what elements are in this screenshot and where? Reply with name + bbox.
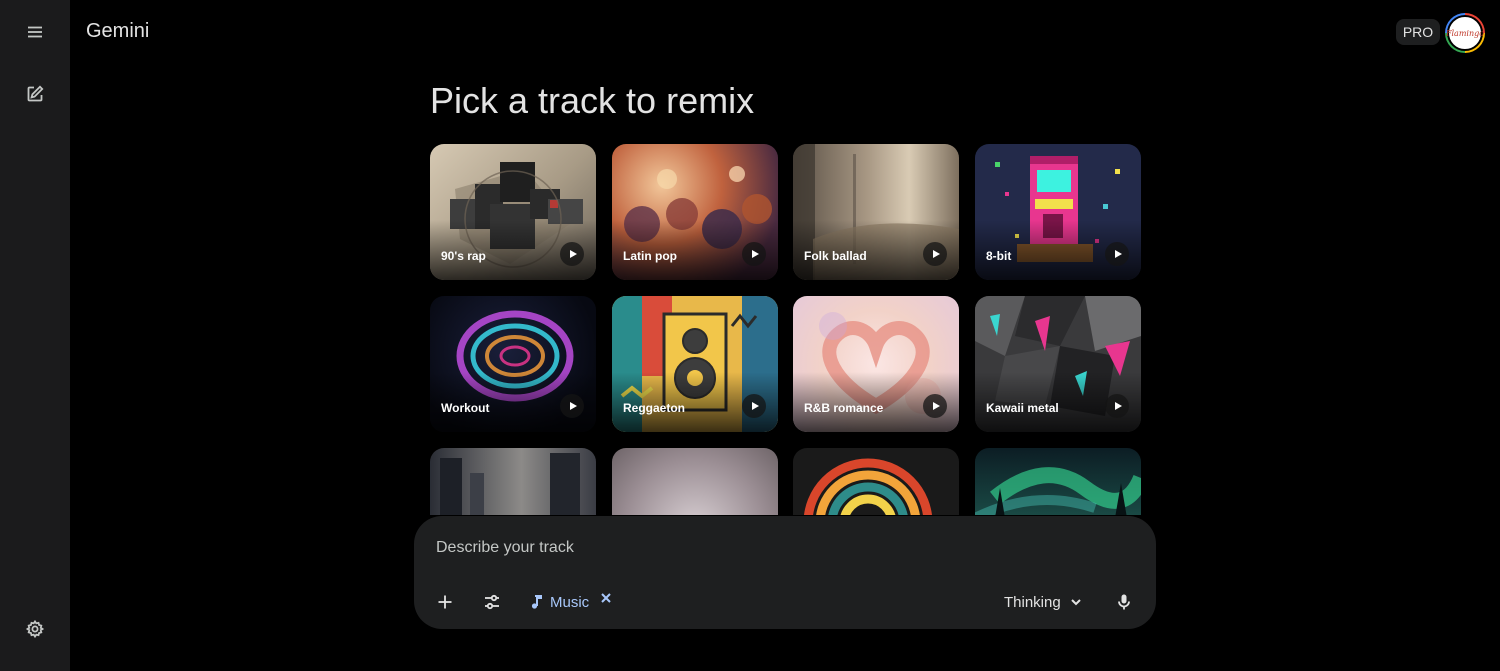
track-label: 8-bit [986, 249, 1012, 263]
mode-label: Thinking [1004, 593, 1061, 611]
track-card-90s-rap[interactable]: 90's rap [430, 144, 596, 280]
track-card-rainbow-spiral[interactable] [793, 448, 959, 515]
track-card-pale-haze[interactable] [612, 448, 778, 515]
track-artwork [975, 467, 1141, 515]
track-label: R&B romance [804, 401, 884, 415]
remove-chip-button[interactable] [596, 588, 616, 608]
tools-button[interactable] [474, 584, 510, 620]
gear-icon [25, 619, 45, 639]
chip-label: Music [550, 593, 590, 611]
play-icon[interactable] [923, 394, 947, 418]
avatar-logo: Flamingo [1446, 15, 1484, 51]
track-artwork [440, 453, 580, 515]
main-menu-button[interactable] [17, 14, 53, 50]
track-card-latin-pop[interactable]: Latin pop [612, 144, 778, 280]
hamburger-menu-icon [28, 26, 42, 38]
mode-selector[interactable]: Thinking [994, 584, 1093, 620]
sidebar [0, 0, 70, 671]
track-card-kawaii-metal[interactable]: Kawaii metal [975, 296, 1141, 432]
track-label: 90's rap [441, 249, 486, 263]
track-label: Workout [441, 401, 490, 415]
track-card-folk-ballad[interactable]: Folk ballad [793, 144, 959, 280]
track-label: Folk ballad [804, 249, 867, 263]
track-label: Reggaeton [623, 401, 686, 415]
settings-button[interactable] [17, 611, 53, 647]
track-label: Kawaii metal [986, 401, 1059, 415]
add-button[interactable] [427, 584, 463, 620]
prompt-composer: Music Thinking [414, 516, 1156, 629]
track-label: Latin pop [623, 249, 677, 263]
track-card-8-bit[interactable]: 8-bit [975, 144, 1141, 280]
microphone-icon [1118, 594, 1130, 610]
pro-badge[interactable]: PRO [1396, 19, 1440, 45]
sliders-icon [485, 594, 499, 610]
track-grid: 90's rap Latin pop Folk ballad 8-bit Wor… [430, 144, 1142, 515]
track-card-reggaeton[interactable]: Reggaeton [612, 296, 778, 432]
music-note-icon [531, 595, 542, 609]
track-artwork [803, 458, 933, 515]
play-icon[interactable] [742, 242, 766, 266]
prompt-input[interactable] [436, 536, 1116, 560]
play-icon[interactable] [560, 394, 584, 418]
play-icon[interactable] [742, 394, 766, 418]
play-icon[interactable] [923, 242, 947, 266]
avatar[interactable]: Flamingo [1445, 13, 1485, 53]
track-card-misty-city[interactable] [430, 448, 596, 515]
play-icon[interactable] [1105, 394, 1129, 418]
play-icon[interactable] [1105, 242, 1129, 266]
new-chat-button[interactable] [17, 76, 53, 112]
close-icon [601, 593, 611, 603]
edit-icon [27, 85, 44, 102]
music-chip[interactable]: Music [528, 586, 589, 618]
track-card-workout[interactable]: Workout [430, 296, 596, 432]
chevron-down-icon [1070, 599, 1081, 606]
plus-icon [438, 595, 452, 609]
page-title: Pick a track to remix [430, 80, 755, 121]
track-card-rnb-romance[interactable]: R&B romance [793, 296, 959, 432]
microphone-button[interactable] [1106, 584, 1142, 620]
play-icon[interactable] [560, 242, 584, 266]
track-card-aurora[interactable] [975, 448, 1141, 515]
app-title[interactable]: Gemini [86, 20, 149, 43]
